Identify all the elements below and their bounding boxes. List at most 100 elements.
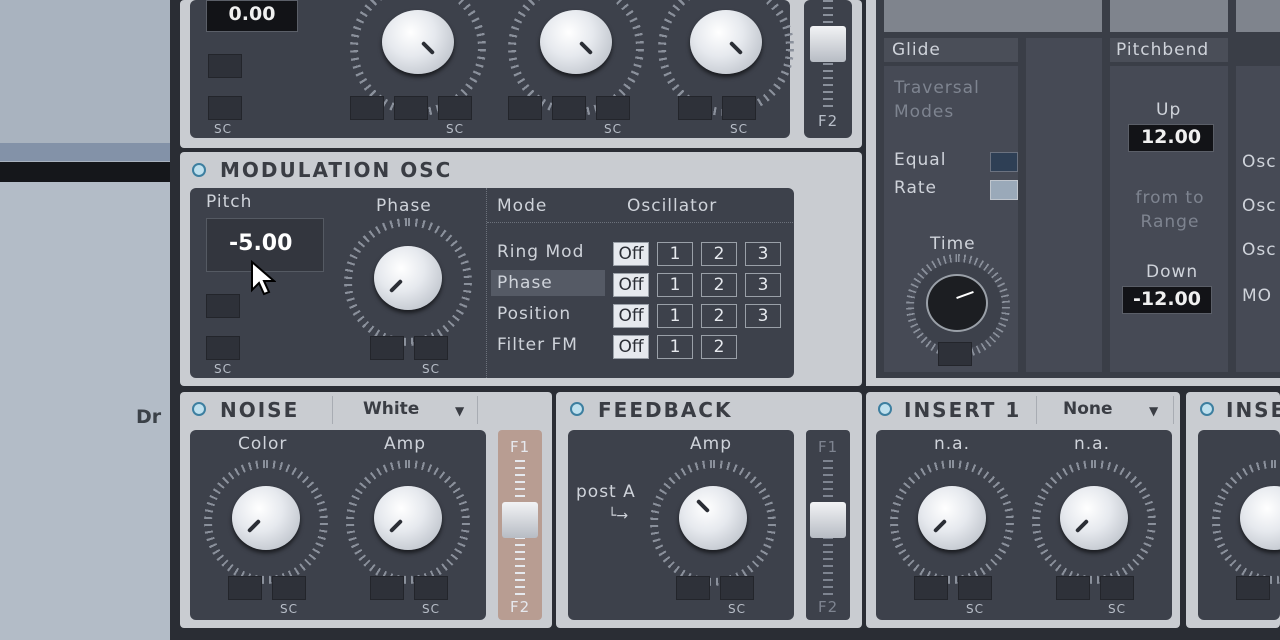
filter-fm-off-button[interactable]: Off — [613, 335, 649, 359]
ring-mod-osc-1-button[interactable]: 1 — [657, 242, 693, 266]
feedback-power-led[interactable] — [570, 402, 584, 416]
performance-panel: Glide Traversal Modes Equal Rate Time Pi… — [866, 0, 1280, 386]
filter-fm-osc-2-button[interactable]: 2 — [701, 335, 737, 359]
sc-slot[interactable] — [414, 576, 448, 600]
feedback-fader-track: F1 F2 — [806, 430, 850, 620]
traversal-modes-label: Traversal Modes — [894, 78, 980, 122]
insert-1-controls: n.a. n.a. SC SC — [876, 430, 1172, 620]
up-value[interactable]: 12.00 — [1128, 124, 1214, 152]
top-fader-handle[interactable] — [810, 26, 846, 62]
time-mod-slot[interactable] — [938, 342, 972, 366]
color-knob[interactable] — [232, 486, 300, 550]
insert-1-knob-1[interactable] — [918, 486, 986, 550]
f2-label: F2 — [510, 598, 531, 616]
pitchbend-body: Up 12.00 from to Range Down -12.00 — [1110, 66, 1228, 372]
filter-fm-osc-1-button[interactable]: 1 — [657, 335, 693, 359]
sc-slot[interactable] — [722, 96, 756, 120]
down-label: Down — [1146, 262, 1199, 282]
osc-label-1: Osc — [1242, 152, 1277, 172]
position-osc-1-button[interactable]: 1 — [657, 304, 693, 328]
mod-slot[interactable] — [370, 576, 404, 600]
osc-label-2: Osc — [1242, 196, 1277, 216]
feedback-panel: FEEDBACK Amp post A └→ SC F1 F2 — [556, 392, 862, 628]
f2-label: F2 — [818, 112, 839, 130]
sc-slot[interactable] — [958, 576, 992, 600]
rate-toggle[interactable] — [990, 180, 1018, 200]
sc-label: SC — [730, 122, 748, 136]
mode-label: Mode — [497, 196, 548, 216]
feedback-amp-knob[interactable] — [679, 486, 747, 550]
mod-slot[interactable] — [228, 576, 262, 600]
ring-mod-off-button[interactable]: Off — [613, 242, 649, 266]
noise-fader-track: F1 F2 — [498, 430, 542, 620]
mod-slot[interactable] — [350, 96, 384, 120]
sc-slot[interactable] — [208, 96, 242, 120]
mod-osc-controls: Pitch -5.00 SC Phase SC Mode Oscillator … — [190, 188, 794, 378]
sc-label: SC — [422, 362, 440, 376]
position-osc-2-button[interactable]: 2 — [701, 304, 737, 328]
mod-slot[interactable] — [914, 576, 948, 600]
phase-osc-2-button[interactable]: 2 — [701, 273, 737, 297]
sc-label: SC — [1108, 602, 1126, 616]
feedback-controls: Amp post A └→ SC — [568, 430, 794, 620]
host-divider — [0, 162, 170, 182]
position-osc-3-button[interactable]: 3 — [745, 304, 781, 328]
insert-1-knob-2[interactable] — [1060, 486, 1128, 550]
mod-slot[interactable] — [206, 294, 240, 318]
sc-slot[interactable] — [596, 96, 630, 120]
f2-label: F2 — [818, 598, 839, 616]
ring-mod-osc-2-button[interactable]: 2 — [701, 242, 737, 266]
sc-slot[interactable] — [720, 576, 754, 600]
rate-label: Rate — [894, 178, 937, 198]
phase-osc-3-button[interactable]: 3 — [745, 273, 781, 297]
mod-slot[interactable] — [1056, 576, 1090, 600]
insert-1-power-led[interactable] — [878, 402, 892, 416]
mod-osc-power-led[interactable] — [192, 163, 206, 177]
position-off-button[interactable]: Off — [613, 304, 649, 328]
arrow-right-icon: └→ — [608, 508, 629, 524]
sc-slot[interactable] — [438, 96, 472, 120]
time-knob-indicator — [956, 290, 974, 300]
sc-slot[interactable] — [1100, 576, 1134, 600]
chevron-down-icon: ▼ — [1149, 404, 1159, 418]
equal-toggle[interactable] — [990, 152, 1018, 172]
ring-mod-osc-3-button[interactable]: 3 — [745, 242, 781, 266]
modulation-osc-panel: MODULATION OSC Pitch -5.00 SC Phase SC M… — [180, 152, 862, 386]
mod-slot[interactable] — [370, 336, 404, 360]
noise-controls: Color Amp SC SC — [190, 430, 486, 620]
sc-slot[interactable] — [272, 576, 306, 600]
sc-label: SC — [728, 602, 746, 616]
chevron-down-icon: ▼ — [455, 404, 465, 418]
mo-label: MO — [1242, 286, 1273, 306]
insert-2-power-led[interactable] — [1200, 402, 1214, 416]
top-knob-2[interactable] — [540, 10, 612, 74]
mod-slot[interactable] — [1236, 576, 1270, 600]
mod-slot[interactable] — [676, 576, 710, 600]
mod-slot[interactable] — [678, 96, 712, 120]
insert-1-type-dropdown[interactable]: None ▼ — [1036, 396, 1174, 424]
pitch-label: Pitch — [206, 192, 253, 212]
down-value[interactable]: -12.00 — [1122, 286, 1212, 314]
color-label: Color — [238, 434, 288, 454]
noise-fader-handle[interactable] — [502, 502, 538, 538]
noise-type-dropdown[interactable]: White ▼ — [332, 396, 478, 424]
sc-slot[interactable] — [414, 336, 448, 360]
top-value-display[interactable]: 0.00 — [206, 0, 298, 32]
noise-power-led[interactable] — [192, 402, 206, 416]
mod-slot[interactable] — [508, 96, 542, 120]
mod-slot[interactable] — [394, 96, 428, 120]
phase-knob[interactable] — [374, 246, 442, 310]
amp-knob[interactable] — [374, 486, 442, 550]
mod-slot[interactable] — [552, 96, 586, 120]
phase-off-button[interactable]: Off — [613, 273, 649, 297]
pitch-value[interactable]: -5.00 — [229, 231, 292, 256]
sc-slot[interactable] — [206, 336, 240, 360]
mod-slot[interactable] — [208, 54, 242, 78]
time-knob[interactable] — [926, 274, 988, 332]
phase-osc-1-button[interactable]: 1 — [657, 273, 693, 297]
top-knob-1[interactable] — [382, 10, 454, 74]
insert-2-controls — [1198, 430, 1280, 620]
top-knob-3[interactable] — [690, 10, 762, 74]
feedback-fader-handle[interactable] — [810, 502, 846, 538]
matrix-divider — [487, 222, 793, 223]
